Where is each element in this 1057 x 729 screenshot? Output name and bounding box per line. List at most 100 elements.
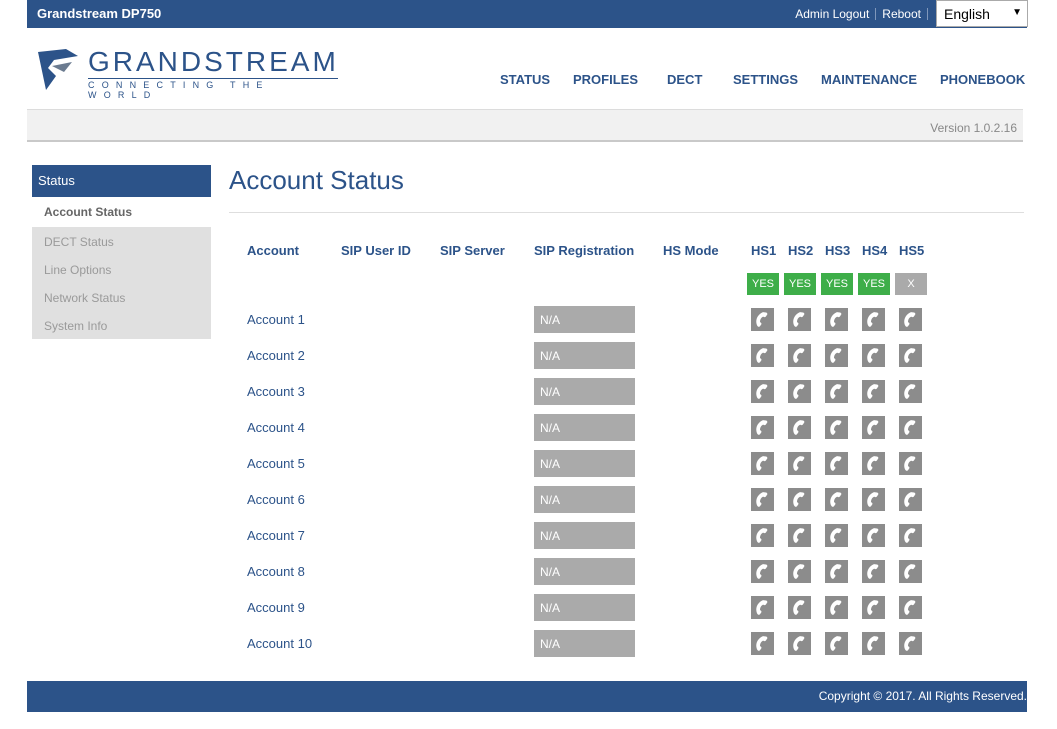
sidebar-item-network-status[interactable]: Network Status — [32, 283, 211, 311]
account-name[interactable]: Account 4 — [247, 420, 305, 435]
phone-handset-icon[interactable] — [825, 416, 848, 439]
language-value: English — [944, 6, 990, 22]
phone-handset-icon[interactable] — [788, 380, 811, 403]
phone-handset-icon[interactable] — [825, 452, 848, 475]
top-bar: Grandstream DP750 Admin Logout Reboot — [27, 0, 1027, 28]
sidebar-item-line-options[interactable]: Line Options — [32, 255, 211, 283]
phone-handset-icon[interactable] — [788, 416, 811, 439]
account-name[interactable]: Account 6 — [247, 492, 305, 507]
phone-handset-icon[interactable] — [788, 596, 811, 619]
phone-handset-icon[interactable] — [899, 560, 922, 583]
col-header-hs1: HS1 — [751, 243, 777, 258]
phone-handset-icon[interactable] — [899, 632, 922, 655]
main-nav: STATUS PROFILES DECT SETTINGS MAINTENANC… — [0, 72, 1057, 92]
dropdown-arrow-icon: ▼ — [1012, 7, 1022, 18]
phone-handset-icon[interactable] — [825, 344, 848, 367]
col-header-account: Account — [247, 243, 299, 258]
phone-handset-icon[interactable] — [825, 308, 848, 331]
sidebar-item-dect-status[interactable]: DECT Status — [32, 227, 211, 255]
sip-registration-status: N/A — [534, 342, 635, 369]
nav-phonebook[interactable]: PHONEBOOK — [940, 72, 1025, 87]
sip-registration-status: N/A — [534, 558, 635, 585]
phone-handset-icon[interactable] — [899, 452, 922, 475]
phone-handset-icon[interactable] — [862, 524, 885, 547]
account-name[interactable]: Account 9 — [247, 600, 305, 615]
phone-handset-icon[interactable] — [899, 380, 922, 403]
phone-handset-icon[interactable] — [751, 416, 774, 439]
phone-handset-icon[interactable] — [825, 560, 848, 583]
account-name[interactable]: Account 2 — [247, 348, 305, 363]
hs5-status-badge: X — [895, 273, 927, 295]
phone-handset-icon[interactable] — [788, 524, 811, 547]
phone-handset-icon[interactable] — [825, 524, 848, 547]
phone-handset-icon[interactable] — [751, 380, 774, 403]
footer: Copyright © 2017. All Rights Reserved. — [27, 681, 1027, 712]
hs1-status-badge: YES — [747, 273, 779, 295]
reboot-link[interactable]: Reboot — [882, 7, 921, 21]
phone-handset-icon[interactable] — [899, 524, 922, 547]
nav-status[interactable]: STATUS — [500, 72, 550, 87]
nav-maintenance[interactable]: MAINTENANCE — [821, 72, 917, 87]
sip-registration-status: N/A — [534, 522, 635, 549]
sip-registration-status: N/A — [534, 450, 635, 477]
sidebar-item-system-info[interactable]: System Info — [32, 311, 211, 339]
hs2-status-badge: YES — [784, 273, 816, 295]
account-name[interactable]: Account 7 — [247, 528, 305, 543]
phone-handset-icon[interactable] — [751, 560, 774, 583]
admin-logout-link[interactable]: Admin Logout — [795, 7, 869, 21]
col-header-hs4: HS4 — [862, 243, 888, 258]
phone-handset-icon[interactable] — [751, 596, 774, 619]
phone-handset-icon[interactable] — [862, 488, 885, 511]
col-header-hs2: HS2 — [788, 243, 814, 258]
phone-handset-icon[interactable] — [862, 344, 885, 367]
sip-registration-status: N/A — [534, 414, 635, 441]
phone-handset-icon[interactable] — [788, 308, 811, 331]
account-name[interactable]: Account 5 — [247, 456, 305, 471]
phone-handset-icon[interactable] — [788, 452, 811, 475]
phone-handset-icon[interactable] — [825, 632, 848, 655]
nav-settings[interactable]: SETTINGS — [733, 72, 798, 87]
phone-handset-icon[interactable] — [825, 596, 848, 619]
phone-handset-icon[interactable] — [751, 308, 774, 331]
phone-handset-icon[interactable] — [862, 380, 885, 403]
phone-handset-icon[interactable] — [825, 488, 848, 511]
phone-handset-icon[interactable] — [899, 596, 922, 619]
phone-handset-icon[interactable] — [862, 452, 885, 475]
divider — [875, 8, 877, 20]
account-name[interactable]: Account 10 — [247, 636, 312, 651]
phone-handset-icon[interactable] — [788, 488, 811, 511]
sidebar-item-account-status[interactable]: Account Status — [32, 197, 211, 227]
nav-profiles[interactable]: PROFILES — [573, 72, 638, 87]
phone-handset-icon[interactable] — [899, 416, 922, 439]
phone-handset-icon[interactable] — [788, 344, 811, 367]
phone-handset-icon[interactable] — [751, 344, 774, 367]
phone-handset-icon[interactable] — [751, 452, 774, 475]
phone-handset-icon[interactable] — [862, 560, 885, 583]
phone-handset-icon[interactable] — [899, 308, 922, 331]
phone-handset-icon[interactable] — [788, 632, 811, 655]
page-title: Account Status — [229, 165, 404, 195]
phone-handset-icon[interactable] — [825, 380, 848, 403]
phone-handset-icon[interactable] — [751, 632, 774, 655]
divider — [927, 8, 928, 20]
hs3-status-badge: YES — [821, 273, 853, 295]
phone-handset-icon[interactable] — [751, 488, 774, 511]
phone-handset-icon[interactable] — [751, 524, 774, 547]
account-name[interactable]: Account 8 — [247, 564, 305, 579]
phone-handset-icon[interactable] — [899, 344, 922, 367]
sidebar-header[interactable]: Status — [32, 165, 211, 197]
nav-dect[interactable]: DECT — [667, 72, 702, 87]
phone-handset-icon[interactable] — [862, 308, 885, 331]
account-name[interactable]: Account 3 — [247, 384, 305, 399]
phone-handset-icon[interactable] — [862, 632, 885, 655]
phone-handset-icon[interactable] — [862, 416, 885, 439]
col-header-hs5: HS5 — [899, 243, 925, 258]
account-name[interactable]: Account 1 — [247, 312, 305, 327]
language-select[interactable]: English ▼ — [936, 0, 1028, 27]
phone-handset-icon[interactable] — [899, 488, 922, 511]
phone-handset-icon[interactable] — [862, 596, 885, 619]
phone-handset-icon[interactable] — [788, 560, 811, 583]
top-links: Admin Logout Reboot — [795, 7, 934, 21]
sip-registration-status: N/A — [534, 378, 635, 405]
hs4-status-badge: YES — [858, 273, 890, 295]
